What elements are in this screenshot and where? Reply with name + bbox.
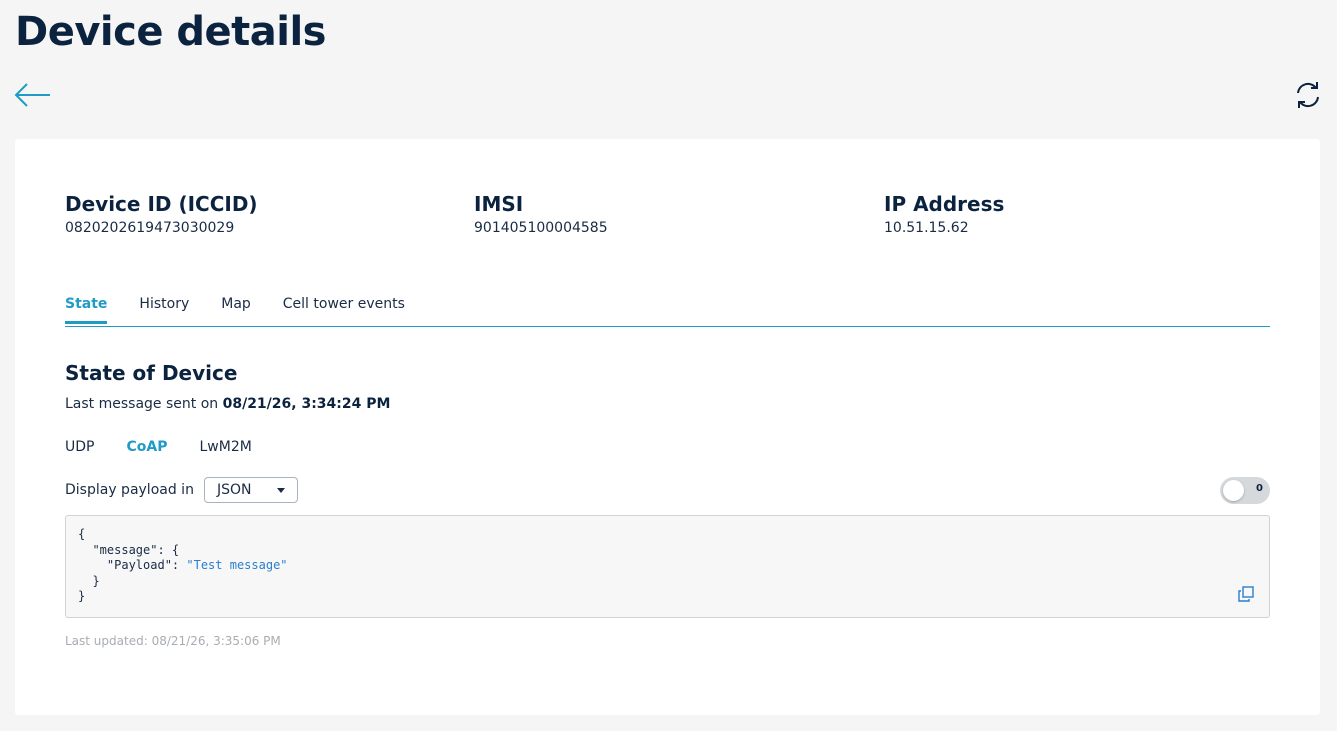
- code-line: "message": {: [78, 542, 180, 557]
- payload-format-row: Display payload in JSON: [65, 477, 298, 503]
- payload-code-block: { "message": { "Payload": "Test message"…: [65, 515, 1270, 618]
- tab-state[interactable]: State: [65, 295, 108, 324]
- page-title: Device details: [15, 9, 327, 55]
- device-id-label: Device ID (ICCID): [65, 192, 258, 216]
- code-line-string: "Test message": [186, 558, 288, 572]
- imsi-field: IMSI 901405100004585: [474, 191, 608, 237]
- last-message-prefix: Last message sent on: [65, 396, 223, 412]
- payload-toggle[interactable]: 0: [1220, 477, 1270, 504]
- copy-icon: [1238, 586, 1254, 602]
- ip-address-field: IP Address 10.51.15.62: [884, 191, 1004, 237]
- ip-address-value: 10.51.15.62: [884, 220, 969, 236]
- code-line: {: [78, 527, 86, 541]
- tab-cell-tower-events[interactable]: Cell tower events: [283, 295, 405, 326]
- payload-format-select[interactable]: JSON: [203, 477, 298, 503]
- device-id-value: 0820202619473030029: [65, 220, 235, 236]
- device-id-field: Device ID (ICCID) 0820202619473030029: [65, 191, 258, 237]
- protocol-udp[interactable]: UDP: [65, 438, 94, 456]
- copy-button[interactable]: [1237, 585, 1255, 603]
- chevron-down-icon: [276, 488, 285, 493]
- tab-history[interactable]: History: [139, 295, 189, 326]
- arrow-left-icon: [14, 83, 50, 107]
- toggle-label: 0: [1256, 483, 1263, 494]
- code-line-key: "Payload":: [78, 558, 187, 572]
- imsi-label: IMSI: [474, 192, 524, 216]
- code-line: }: [78, 573, 100, 588]
- last-message-time: 08/21/26, 3:34:24 PM: [222, 396, 391, 412]
- last-updated: Last updated: 08/21/26, 3:35:06 PM: [65, 634, 281, 648]
- code-line: }: [78, 589, 86, 603]
- back-button[interactable]: [14, 80, 52, 110]
- payload-code: { "message": { "Payload": "Test message"…: [78, 527, 288, 605]
- toggle-knob: [1223, 480, 1244, 501]
- ip-address-label: IP Address: [884, 192, 1005, 216]
- section-title: State of Device: [65, 361, 238, 385]
- last-message-info: Last message sent on 08/21/26, 3:34:24 P…: [65, 395, 390, 413]
- tab-bar: State History Map Cell tower events: [65, 295, 1270, 327]
- tab-map[interactable]: Map: [221, 295, 251, 326]
- payload-format-value: JSON: [216, 482, 252, 498]
- imsi-value: 901405100004585: [474, 220, 608, 236]
- protocol-lwm2m[interactable]: LwM2M: [199, 438, 251, 456]
- payload-format-label: Display payload in: [65, 482, 194, 498]
- protocol-coap[interactable]: CoAP: [126, 438, 167, 456]
- protocol-tabs: UDP CoAP LwM2M: [65, 438, 284, 456]
- refresh-icon: [1297, 82, 1319, 108]
- device-card: Device ID (ICCID) 0820202619473030029 IM…: [15, 139, 1320, 715]
- refresh-button[interactable]: [1293, 80, 1323, 110]
